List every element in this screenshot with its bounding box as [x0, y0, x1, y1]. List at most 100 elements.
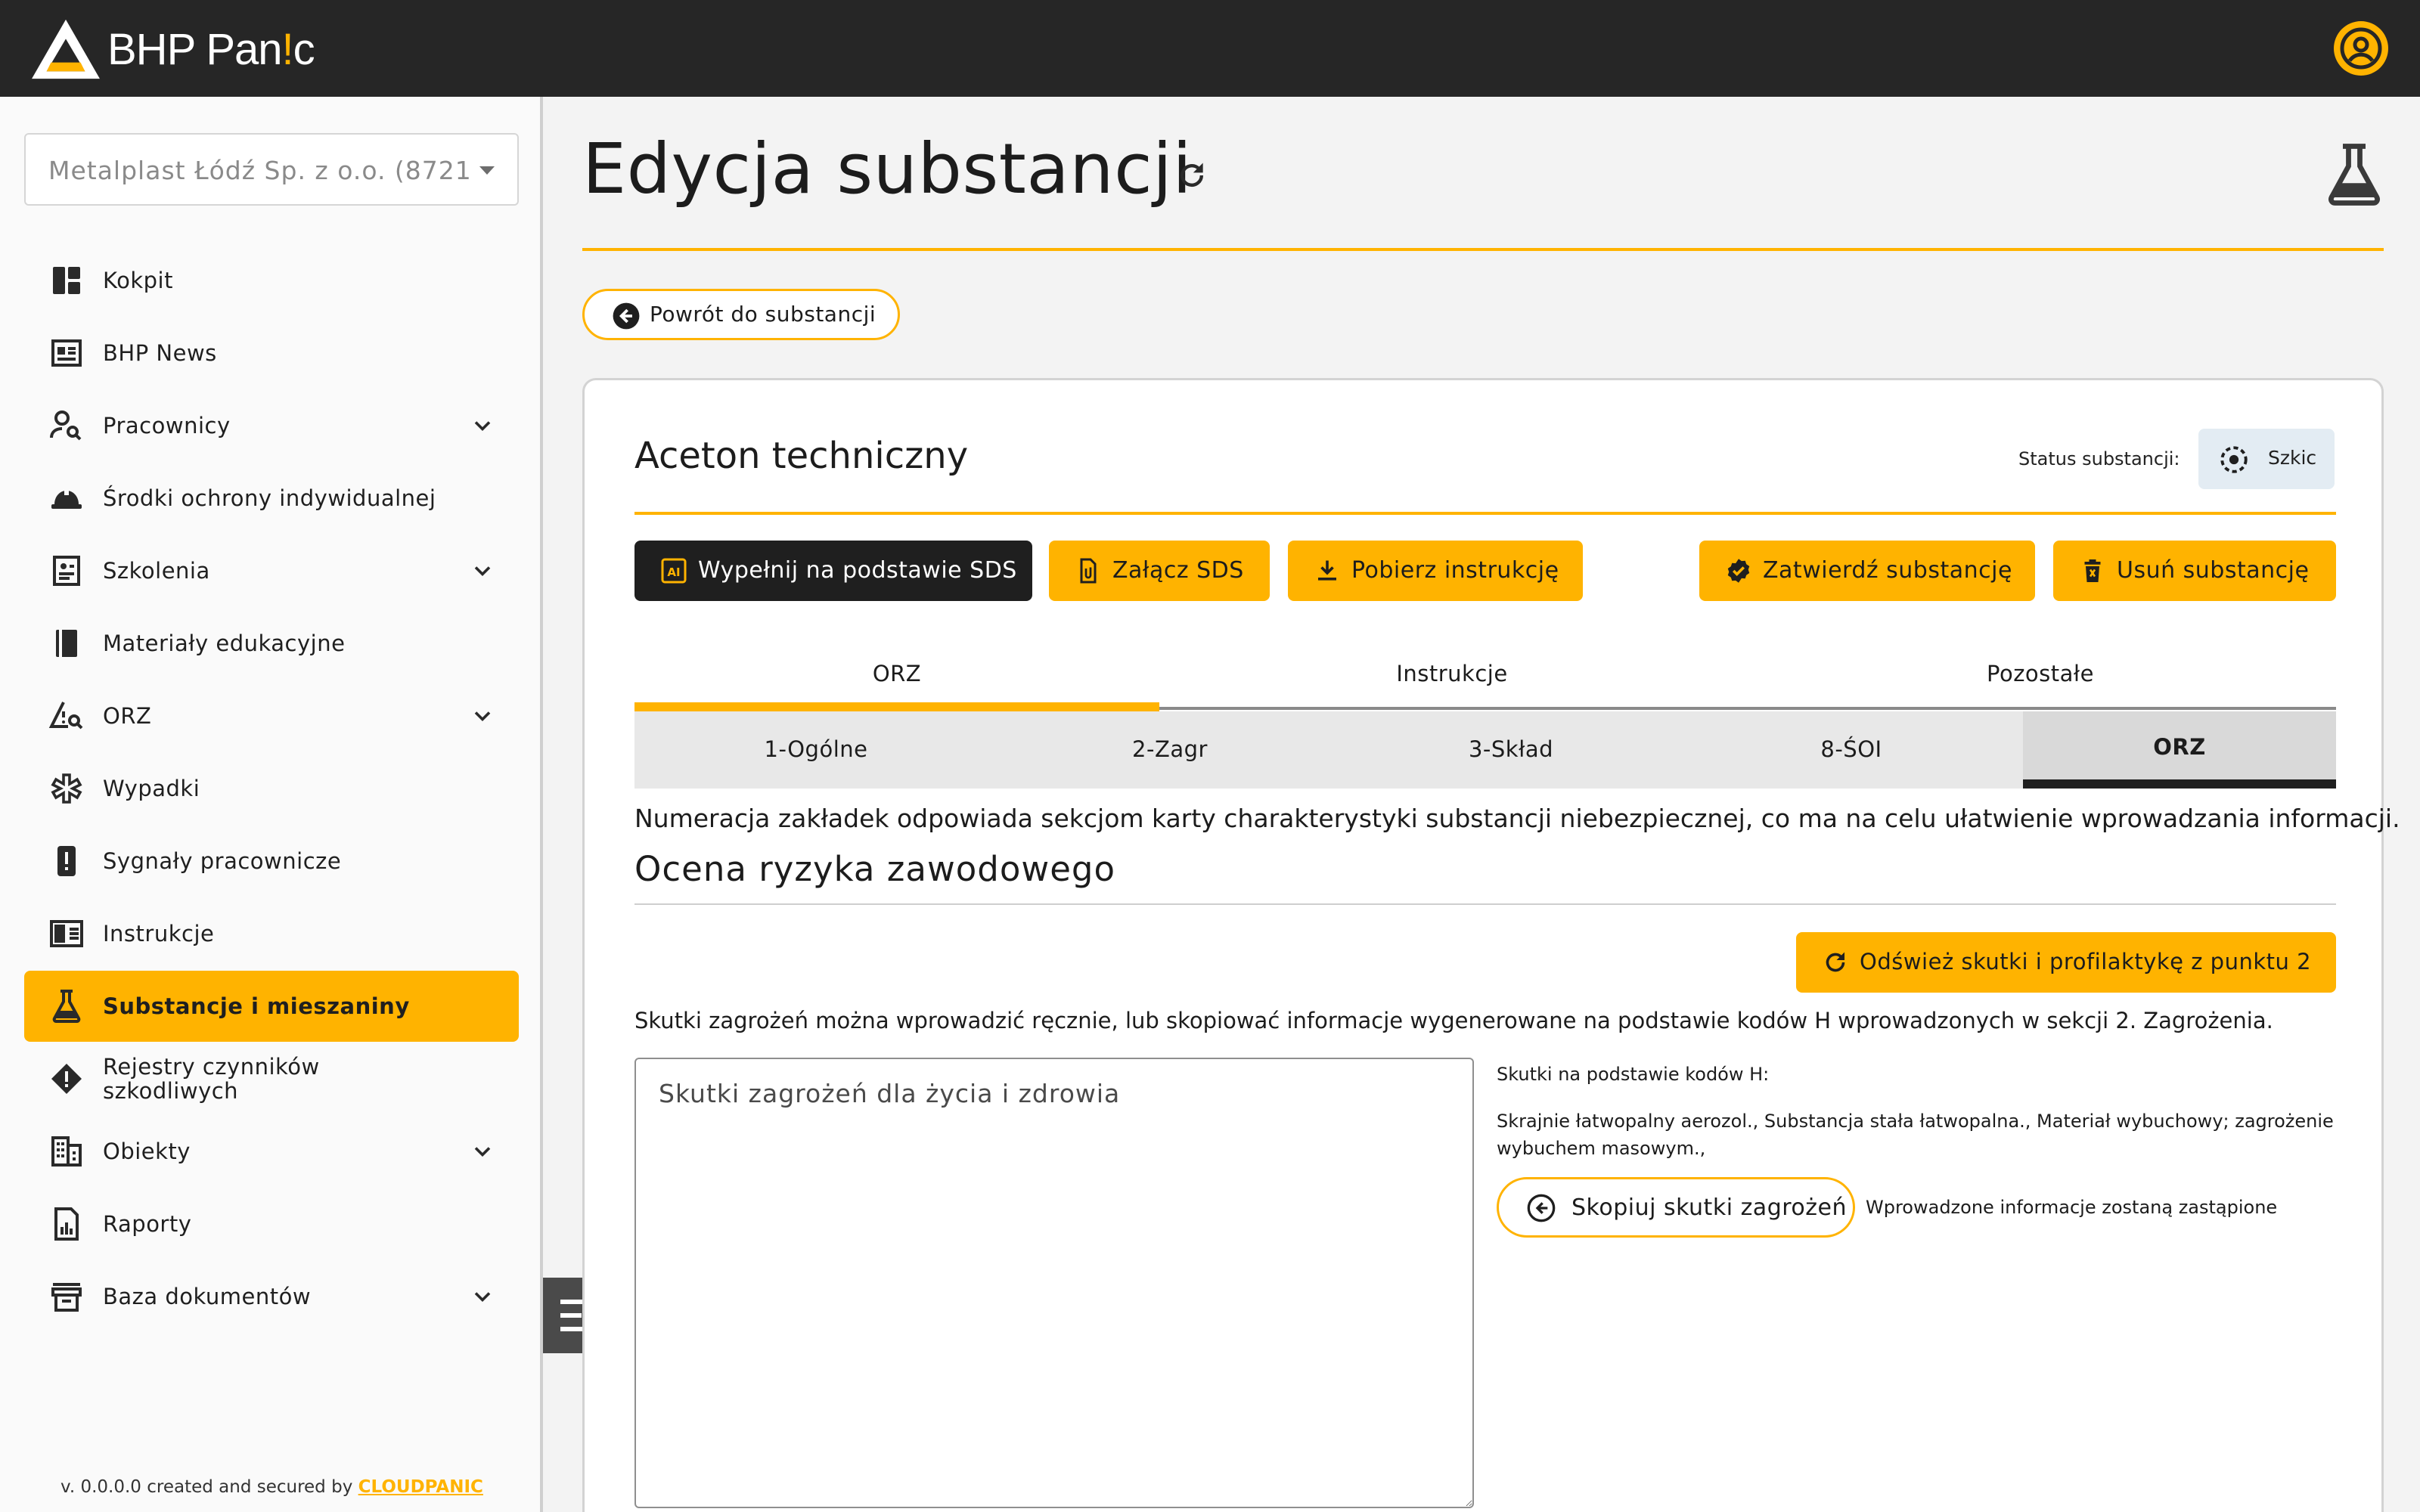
back-button-label: Powrót do substancji: [650, 302, 876, 327]
section-tabs: 1-Ogólne 2-Zagr 3-Skład 8-ŚOI ORZ: [634, 711, 2336, 789]
tab-section-orz[interactable]: ORZ: [2023, 711, 2336, 789]
instructions-icon: [47, 914, 86, 953]
refresh-effects-button[interactable]: Odśwież skutki i profilaktykę z punktu 2: [1796, 932, 2336, 993]
tab-pozostale[interactable]: Pozostałe: [1745, 643, 2336, 711]
person-search-icon: [47, 406, 86, 445]
sidebar-item-baza-dokumentow[interactable]: Baza dokumentów: [24, 1261, 519, 1332]
status-label: Status substancji:: [2018, 448, 2180, 469]
refresh-icon: [1826, 952, 1845, 972]
top-bar: BHP Pan!c: [0, 0, 2420, 97]
alert-icon: [47, 841, 86, 881]
sidebar-item-label: Instrukcje: [103, 921, 215, 947]
sidebar-item-pracownicy[interactable]: Pracownicy: [24, 390, 519, 461]
sidebar-item-label: Obiekty: [103, 1139, 191, 1164]
back-to-substances-button[interactable]: Powrót do substancji: [582, 289, 900, 340]
tab-section-zagr[interactable]: 2-Zagr: [997, 711, 1342, 789]
sidebar-item-instrukcje[interactable]: Instrukcje: [24, 898, 519, 969]
logo[interactable]: BHP Pan!c: [29, 15, 315, 83]
report-icon: [47, 1204, 86, 1244]
company-select[interactable]: Metalplast Łódź Sp. z o.o. (8721...: [24, 133, 519, 206]
logo-text: BHP Pan!c: [107, 24, 315, 74]
flask-icon: [47, 987, 86, 1026]
delete-substance-button[interactable]: Usuń substancję: [2053, 541, 2336, 601]
replace-warning: Wprowadzone informacje zostaną zastąpion…: [1866, 1197, 2278, 1218]
refresh-icon[interactable]: [1175, 159, 1208, 192]
attach-sds-label: Załącz SDS: [1112, 557, 1244, 584]
section-title: Ocena ryzyka zawodowego: [634, 849, 1115, 889]
warning-search-icon: [47, 696, 86, 736]
chevron-down-icon[interactable]: [469, 702, 496, 730]
sidebar-item-label: Pracownicy: [103, 413, 231, 438]
chevron-down-icon[interactable]: [469, 1138, 496, 1165]
sidebar-item-szkolenia[interactable]: Szkolenia: [24, 535, 519, 606]
sidebar-item-label: Baza dokumentów: [103, 1284, 312, 1309]
chevron-down-icon[interactable]: [469, 412, 496, 439]
sidebar-item-label: BHP News: [103, 340, 217, 366]
tab-section-sklad[interactable]: 3-Skład: [1342, 711, 1680, 789]
flask-header-icon: [2328, 144, 2380, 206]
download-instruction-button[interactable]: Pobierz instrukcję: [1288, 541, 1583, 601]
sidebar-item-label: Środki ochrony indywidualnej: [103, 485, 436, 511]
tab-orz[interactable]: ORZ: [634, 643, 1159, 711]
arrow-left-circle-icon: [1527, 1194, 1556, 1222]
medical-icon: [47, 769, 86, 808]
approve-substance-label: Zatwierdź substancję: [1763, 557, 2012, 584]
tab-section-soi[interactable]: 8-ŚOI: [1680, 711, 2023, 789]
svg-text:AI: AI: [667, 565, 680, 579]
substance-card: Aceton techniczny Status substancji: Szk…: [582, 378, 2400, 1512]
main-tabs: ORZ Instrukcje Pozostałe: [634, 643, 2336, 711]
app-root: BHP Pan!c Metalplast Łódź Sp. z o.o. (87…: [0, 0, 2420, 1512]
substance-name: Aceton techniczny: [634, 435, 969, 477]
building-icon: [47, 1132, 86, 1171]
sidebar-item-raporty[interactable]: Raporty: [24, 1188, 519, 1259]
sidebar-item-bhp-news[interactable]: BHP News: [24, 318, 519, 389]
copy-hazard-effects-label: Skopiuj skutki zagrożeń: [1571, 1194, 1847, 1221]
download-icon: [1318, 560, 1336, 581]
status-badge: Szkic: [2198, 429, 2335, 489]
sidebar-item-label: Wypadki: [103, 776, 200, 801]
delete-substance-label: Usuń substancję: [2117, 557, 2310, 584]
news-icon: [47, 333, 86, 373]
sidebar-item-substancje[interactable]: Substancje i mieszaniny: [24, 971, 519, 1042]
sidebar-item-materialy[interactable]: Materiały edukacyjne: [24, 608, 519, 679]
sidebar: Metalplast Łódź Sp. z o.o. (8721... Kokp…: [0, 97, 543, 1512]
approve-substance-button[interactable]: Zatwierdź substancję: [1699, 541, 2035, 601]
sidebar-item-label: Szkolenia: [103, 558, 210, 584]
effects-info-text: Skutki zagrożeń można wprowadzić ręcznie…: [634, 1008, 2273, 1033]
sidebar-item-srodki-ochrony[interactable]: Środki ochrony indywidualnej: [24, 463, 519, 534]
hazard-icon: [47, 1059, 86, 1098]
user-account-button[interactable]: [2334, 21, 2388, 76]
refresh-effects-label: Odśwież skutki i profilaktykę z punktu 2: [1860, 949, 2312, 974]
attach-sds-button[interactable]: Załącz SDS: [1049, 541, 1270, 601]
sidebar-item-obiekty[interactable]: Obiekty: [24, 1116, 519, 1187]
sidebar-item-rejestry[interactable]: Rejestry czynników szkodliwych: [24, 1043, 519, 1114]
sidebar-item-kokpit[interactable]: Kokpit: [24, 245, 519, 316]
hcodes-effects-text: Skrajnie łatwopalny aerozol., Substancja…: [1497, 1111, 2334, 1159]
tab-section-ogolne[interactable]: 1-Ogólne: [634, 711, 997, 789]
section-divider: [634, 903, 2336, 905]
chevron-down-icon[interactable]: [469, 1283, 496, 1310]
verified-icon: [1727, 559, 1750, 583]
logo-triangle-icon: [32, 19, 100, 79]
copy-hazard-effects-button[interactable]: Skopiuj skutki zagrożeń: [1497, 1177, 1855, 1238]
book-icon: [47, 624, 86, 663]
hazard-effects-textarea[interactable]: [634, 1058, 1474, 1508]
version-footer: v. 0.0.0.0 created and secured by CLOUDP…: [60, 1477, 483, 1497]
sidebar-item-label: Sygnały pracownicze: [103, 848, 342, 874]
caret-down-icon: [479, 166, 495, 175]
tab-instrukcje[interactable]: Instrukcje: [1159, 643, 1745, 711]
dashboard-icon: [47, 261, 86, 300]
training-icon: [47, 551, 86, 590]
sidebar-item-label: ORZ: [103, 703, 152, 729]
user-circle-icon: [2340, 27, 2382, 70]
sidebar-item-orz[interactable]: ORZ: [24, 680, 519, 751]
sidebar-item-sygnaly[interactable]: Sygnały pracownicze: [24, 826, 519, 897]
fill-from-sds-button[interactable]: AI Wypełnij na podstawie SDS: [634, 541, 1032, 601]
title-divider: [582, 248, 2384, 251]
hcodes-label: Skutki na podstawie kodów H:: [1497, 1064, 1770, 1085]
helmet-icon: [47, 479, 86, 518]
chevron-down-icon[interactable]: [469, 557, 496, 584]
sidebar-item-wypadki[interactable]: Wypadki: [24, 753, 519, 824]
cloudpanic-link[interactable]: CLOUDPANIC: [358, 1477, 483, 1497]
fill-from-sds-label: Wypełnij na podstawie SDS: [698, 557, 1017, 584]
